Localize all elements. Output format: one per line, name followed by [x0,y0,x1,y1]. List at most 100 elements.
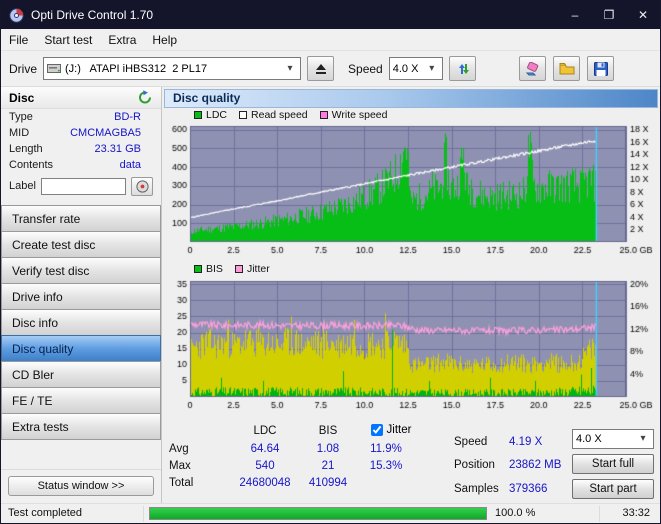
samples-readout-label: Samples [454,482,499,495]
eraser-button[interactable] [519,56,546,81]
jitter-swatch-icon [234,265,243,274]
eject-icon [315,63,326,74]
menu-item-start-test[interactable]: Start test [36,30,100,50]
sidebar-item-disc-info[interactable]: Disc info [1,309,161,336]
drive-select-value: (J:) ATAPI iHBS312 2 PL17 [65,62,208,75]
avg-row-label: Avg [169,442,189,455]
jitter-header: Jitter [356,423,426,436]
avg-jitter-value: 11.9% [370,442,402,455]
chevron-down-icon[interactable] [283,59,297,78]
drive-select[interactable]: (J:) ATAPI iHBS312 2 PL17 [43,57,302,80]
sidebar-item-drive-info[interactable]: Drive info [1,283,161,310]
page-title: Disc quality [173,91,241,106]
maximize-button[interactable]: ❐ [592,1,626,29]
start-full-button[interactable]: Start full [572,453,654,474]
field-value: 23.31 GB [94,143,141,155]
legend-label: Jitter [246,263,270,276]
label-edit-button[interactable] [131,176,153,196]
sidebar: Disc Type BD-R MID CMCMAGBA5 Length 23.3… [1,87,162,503]
panel-header: Disc quality [164,89,658,108]
save-button[interactable] [587,56,614,81]
disc-refresh-icon[interactable] [137,90,153,105]
samples-readout-value: 379366 [509,482,548,495]
sidebar-item-fe-te[interactable]: FE / TE [1,387,161,414]
content-area: Disc Type BD-R MID CMCMAGBA5 Length 23.3… [1,87,660,503]
field-label: Type [9,111,33,123]
field-value: CMCMAGBA5 [70,127,141,139]
toolbar: Drive (J:) ATAPI iHBS312 2 PL17 Speed 4.… [1,51,660,87]
sidebar-item-verify-test-disc[interactable]: Verify test disc [1,257,161,284]
sidebar-item-extra-tests[interactable]: Extra tests [1,413,161,440]
label-input[interactable] [40,177,126,195]
main-panel: Disc quality LDC Read speed Write speed … [162,87,660,503]
status-window-button[interactable]: Status window >> [8,476,154,496]
status-bar: Test completed 100.0 % 33:32 [1,503,660,523]
eraser-icon [525,61,538,75]
field-label: Length [9,143,43,155]
position-readout-value: 23862 MB [509,458,562,471]
app-icon [9,7,24,23]
app-window: Opti Drive Control 1.70 – ❐ ✕ File Start… [0,0,661,524]
chevron-down-icon[interactable] [636,429,650,448]
field-label: MID [9,127,30,139]
jitter-label: Jitter [386,423,412,436]
write-speed-swatch-icon [319,110,328,119]
chevron-down-icon[interactable] [425,59,439,78]
max-row-label: Max [169,459,191,472]
ldc-chart-legend: LDC Read speed Write speed [164,108,658,123]
total-bis-value: 410994 [308,476,348,489]
max-bis-value: 21 [321,459,335,472]
close-button[interactable]: ✕ [626,1,660,29]
field-value: data [119,159,141,171]
sidebar-item-create-test-disc[interactable]: Create test disc [1,231,161,258]
bis-column-header: BIS [318,424,338,437]
disc-field-contents: Contents data [1,157,161,173]
result-speed-value: 4.0 X [576,432,602,445]
bis-swatch-icon [194,265,202,274]
disc-panel-header: Disc [1,87,161,109]
max-jitter-value: 15.3% [369,459,403,472]
menu-item-help[interactable]: Help [144,30,185,50]
sidebar-item-transfer-rate[interactable]: Transfer rate [1,205,161,232]
disc-field-length: Length 23.31 GB [1,141,161,157]
sidebar-item-disc-quality[interactable]: Disc quality [1,335,161,362]
disc-field-type: Type BD-R [1,109,161,125]
start-part-button[interactable]: Start part [572,478,654,499]
field-value: BD-R [114,111,141,123]
toolbar-right-group [519,56,614,81]
sidebar-item-cd-bler[interactable]: CD Bler [1,361,161,388]
minimize-button[interactable]: – [558,1,592,29]
legend-label: Write speed [331,108,388,121]
folder-button[interactable] [553,56,580,81]
position-readout-label: Position [454,458,495,471]
progress-bar [149,507,487,520]
progress-label: 100.0 % [495,507,536,519]
refresh-speeds-button[interactable] [448,56,476,81]
menu-item-extra[interactable]: Extra [100,30,144,50]
folder-icon [559,63,574,75]
window-title: Opti Drive Control 1.70 [31,8,154,22]
field-label: Contents [9,159,54,171]
disc-field-mid: MID CMCMAGBA5 [1,125,161,141]
results-panel: LDC BIS Jitter Avg 64.64 1.08 11.9% Max … [164,417,658,501]
menu-item-file[interactable]: File [1,30,36,50]
status-text: Test completed [8,507,82,519]
speed-select-value: 4.0 X [392,62,419,75]
sync-arrows-icon [458,63,469,74]
jitter-checkbox[interactable] [370,423,383,436]
speed-select[interactable]: 4.0 X [388,57,443,80]
title-bar[interactable]: Opti Drive Control 1.70 – ❐ ✕ [1,1,660,29]
avg-bis-value: 1.08 [316,442,340,455]
result-speed-select[interactable]: 4.0 X [572,428,654,449]
disc-panel-title: Disc [9,90,35,105]
speed-readout-label: Speed [454,435,488,448]
ldc-chart [164,122,658,263]
read-speed-swatch-icon [239,110,248,119]
label-field-label: Label [9,180,36,192]
legend-label: LDC [206,108,228,121]
drive-icon [47,64,62,73]
eject-button[interactable] [307,56,335,81]
disc-label-icon [135,179,149,193]
drive-label: Drive [9,61,38,76]
avg-ldc-value: 64.64 [250,442,280,455]
